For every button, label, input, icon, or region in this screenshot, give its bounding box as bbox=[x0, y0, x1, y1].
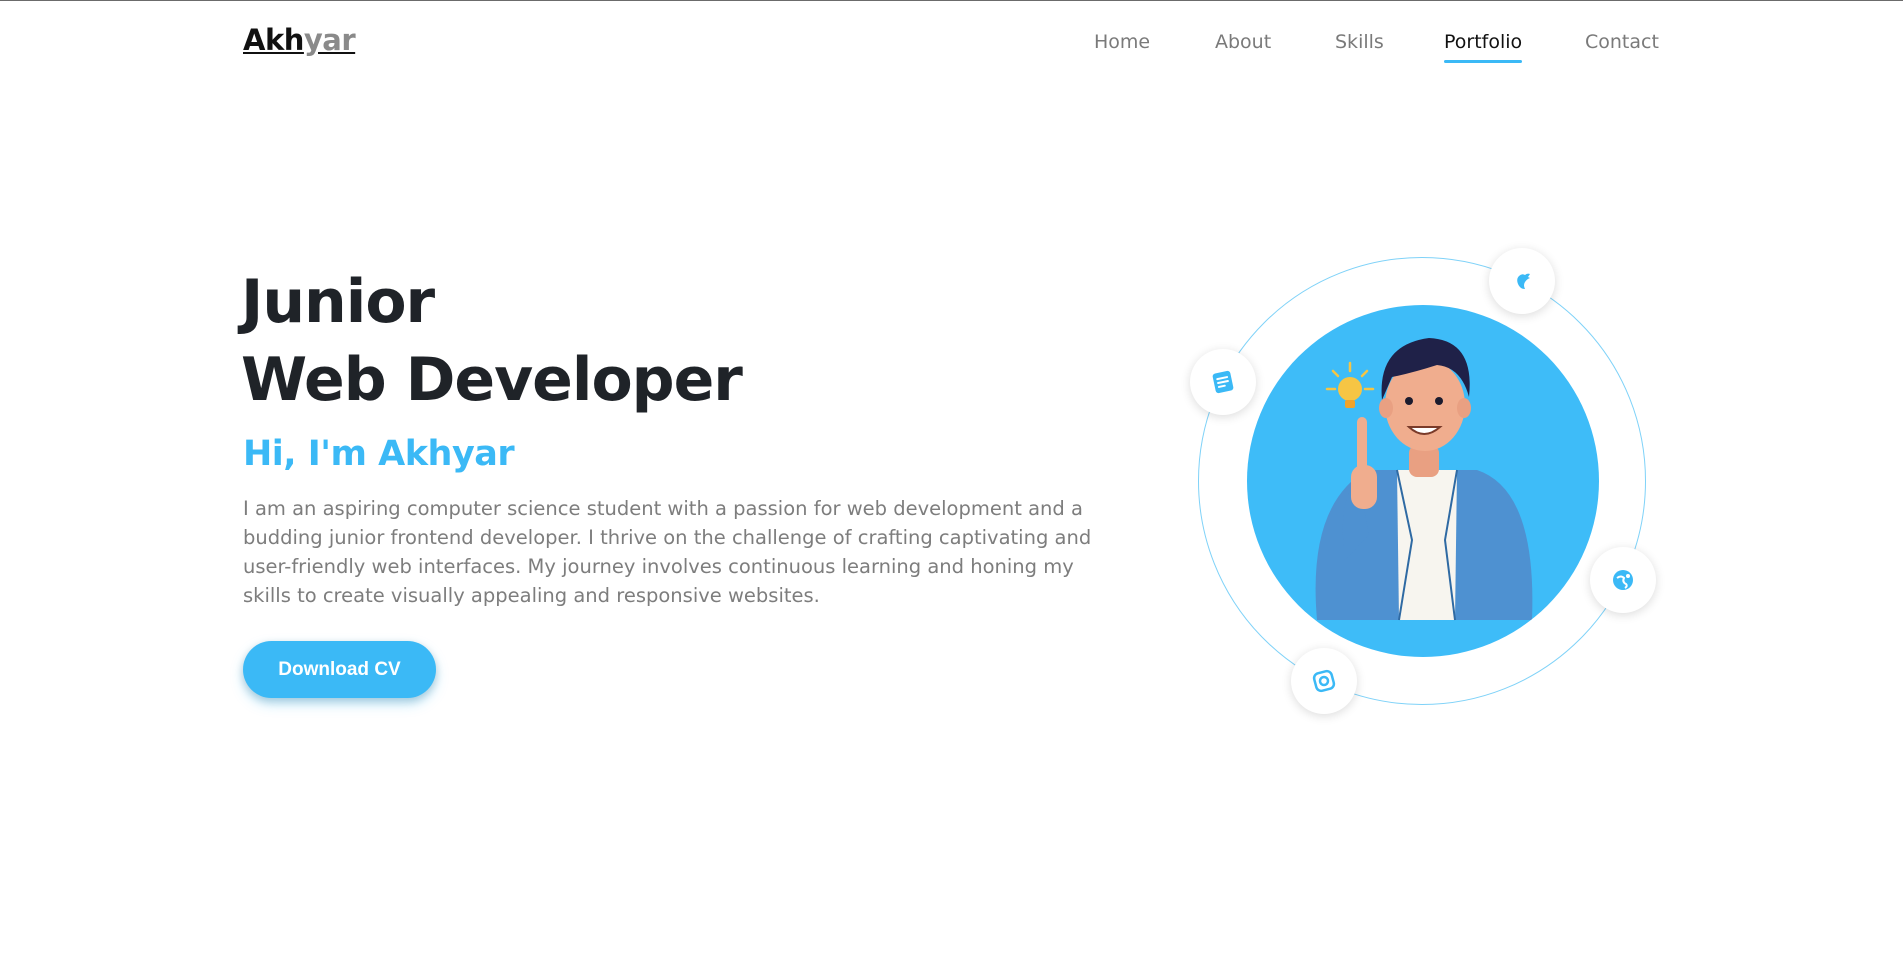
hero-greeting: Hi, I'm Akhyar bbox=[243, 434, 515, 474]
nav-contact[interactable]: Contact bbox=[1585, 31, 1659, 53]
nav-portfolio[interactable]: Portfolio bbox=[1444, 31, 1523, 63]
avatar-illustration bbox=[1247, 305, 1599, 657]
instagram-orbit-button[interactable] bbox=[1291, 648, 1357, 714]
blog-icon bbox=[1212, 370, 1234, 394]
twitter-orbit-button[interactable] bbox=[1489, 248, 1555, 314]
download-cv-button[interactable]: Download CV bbox=[243, 641, 436, 698]
hero-description: I am an aspiring computer science studen… bbox=[243, 497, 1092, 607]
twitter-bird-icon bbox=[1517, 273, 1530, 289]
globe-orbit-button[interactable] bbox=[1590, 547, 1656, 613]
developer-character-illustration bbox=[1315, 338, 1533, 621]
top-navbar: Akhyar Home About Skills Portfolio Conta… bbox=[0, 1, 1903, 85]
hero-title-line2: Web Developer bbox=[241, 345, 743, 415]
nav-skills[interactable]: Skills bbox=[1335, 31, 1384, 53]
instagram-icon bbox=[1312, 669, 1336, 693]
main-menu: Home About Skills Portfolio Contact bbox=[0, 31, 1903, 71]
nav-home[interactable]: Home bbox=[1094, 31, 1150, 53]
globe-icon bbox=[1613, 570, 1633, 590]
hero-title: Junior Web Developer bbox=[241, 263, 743, 419]
nav-about[interactable]: About bbox=[1215, 31, 1271, 53]
blog-orbit-button[interactable] bbox=[1190, 349, 1256, 415]
hero-title-line1: Junior bbox=[241, 267, 435, 337]
